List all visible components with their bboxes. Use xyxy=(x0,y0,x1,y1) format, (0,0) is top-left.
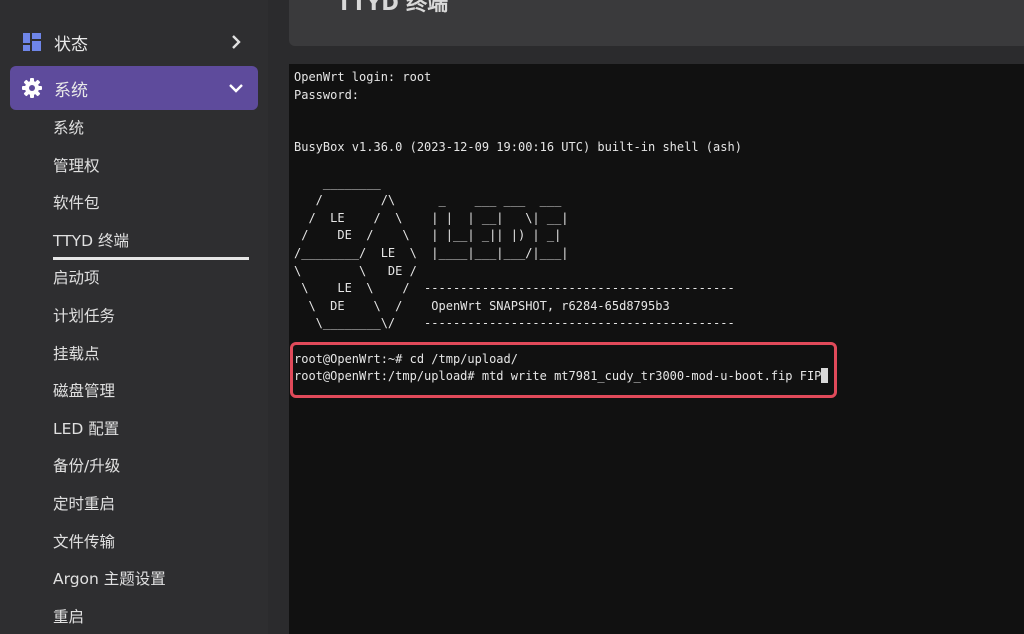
sidebar-item-led[interactable]: LED 配置 xyxy=(53,411,166,449)
terminal-ascii-line: \ DE \ / OpenWrt SNAPSHOT, r6284-65d8795… xyxy=(294,298,670,313)
sidebar-item-system[interactable]: 系统 xyxy=(53,110,166,148)
gear-icon xyxy=(22,78,42,98)
chevron-down-icon xyxy=(226,78,246,98)
terminal-ascii-line: / LE / \ | | | __| \| __| xyxy=(294,210,569,225)
terminal-ascii-line: \ LE \ / -------------------------------… xyxy=(294,281,735,296)
page-title: TTYD 终端 xyxy=(337,0,449,15)
sidebar-item-packages[interactable]: 软件包 xyxy=(53,185,166,223)
sidebar-item-timed-reboot[interactable]: 定时重启 xyxy=(53,486,166,524)
sidebar-submenu-system: 系统 管理权 软件包 TTYD 终端 启动项 计划任务 挂载点 磁盘管理 LED… xyxy=(53,110,249,634)
sidebar-item-crontab[interactable]: 计划任务 xyxy=(53,298,166,336)
terminal-ascii-line: ________ xyxy=(294,175,381,190)
sidebar-item-mounts[interactable]: 挂载点 xyxy=(53,336,166,374)
sidebar-menu-system-label: 系统 xyxy=(54,80,88,101)
terminal-ascii-line: /________/ LE \ |____|___|___/|___| xyxy=(294,246,569,260)
terminal-line: BusyBox v1.36.0 (2023-12-09 19:00:16 UTC… xyxy=(294,140,742,155)
sidebar-menu-status-label: 状态 xyxy=(54,34,88,55)
sidebar-item-ttyd[interactable]: TTYD 终端 xyxy=(53,223,249,261)
title-card: TTYD 终端 xyxy=(289,0,1024,46)
chevron-right-icon xyxy=(226,32,246,52)
sidebar-item-backup[interactable]: 备份/升级 xyxy=(53,448,166,486)
sidebar-menu-system[interactable]: 系统 xyxy=(10,66,258,110)
terminal-line: OpenWrt login: root xyxy=(294,70,432,84)
sidebar: 状态 系统 系统 管理权 软件包 TTYD 终端 启动项 计划任务 挂载点 磁盘… xyxy=(0,0,268,634)
terminal-ascii-line: \ \ DE / xyxy=(294,263,417,278)
dashboard-icon xyxy=(22,32,42,52)
terminal-ascii-line: / /\ _ ___ ___ ___ xyxy=(294,193,562,208)
sidebar-item-startup[interactable]: 启动项 xyxy=(53,260,166,298)
sidebar-item-reboot[interactable]: 重启 xyxy=(53,599,166,634)
sidebar-item-disk[interactable]: 磁盘管理 xyxy=(53,373,166,411)
highlight-box xyxy=(290,342,837,398)
sidebar-item-file-transfer[interactable]: 文件传输 xyxy=(53,524,166,562)
sidebar-menu-status[interactable]: 状态 xyxy=(10,20,258,64)
terminal-line: Password: xyxy=(294,87,360,102)
terminal-ascii-line: \________\/ ----------------------------… xyxy=(294,316,735,331)
terminal-ascii-line: / DE / \ | |__| _|| |) | _| xyxy=(294,228,562,243)
sidebar-item-admin[interactable]: 管理权 xyxy=(53,148,166,186)
sidebar-item-argon-config[interactable]: Argon 主题设置 xyxy=(53,561,166,599)
